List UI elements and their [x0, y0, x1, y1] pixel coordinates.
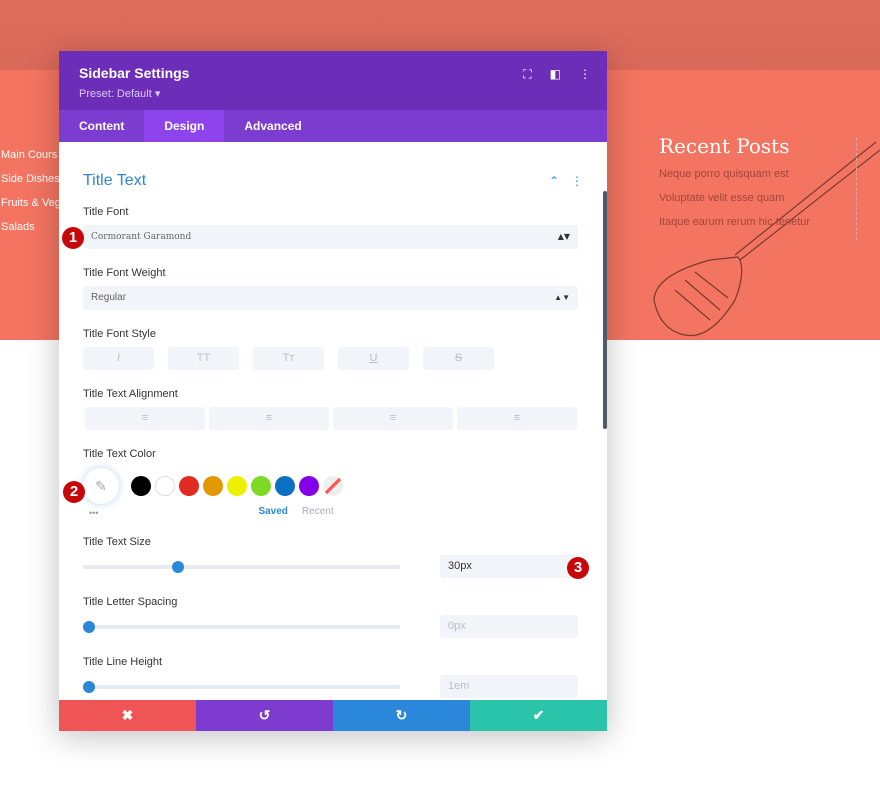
align-left-button[interactable]: ≡ — [85, 407, 205, 430]
redo-button[interactable]: ↻ — [333, 700, 470, 731]
color-swatch[interactable] — [299, 476, 319, 496]
align-justify-button[interactable]: ≡ — [457, 407, 577, 430]
capitalize-button[interactable]: Tт — [253, 347, 324, 370]
color-swatch[interactable] — [155, 476, 175, 496]
section-title[interactable]: Title Text — [83, 172, 146, 190]
more-colors-button[interactable]: ••• — [89, 508, 98, 518]
title-font-select[interactable]: Cormorant Garamond ▲▼ — [83, 225, 578, 249]
fullscreen-icon[interactable]: ⛶ — [523, 67, 531, 82]
select-arrows-icon: ▲▼ — [554, 293, 570, 302]
sidebar-settings-modal: Sidebar Settings Preset: Default ▾ ⛶ ◧ ⋮… — [59, 51, 607, 731]
modal-body: Title Text ⌃ ⋮ Title Font Cormorant Garam… — [59, 142, 607, 700]
title-letter-spacing-input[interactable]: 0px — [440, 615, 578, 638]
color-swatch[interactable] — [179, 476, 199, 496]
field-label: Title Font Style — [83, 328, 156, 340]
modal-title: Sidebar Settings — [79, 65, 190, 81]
field-label: Title Font — [83, 206, 129, 218]
title-line-height-slider[interactable] — [83, 680, 400, 693]
color-swatch[interactable] — [227, 476, 247, 496]
field-label: Title Line Height — [83, 656, 163, 668]
tab-content[interactable]: Content — [59, 110, 144, 142]
undo-button[interactable]: ↺ — [196, 700, 333, 731]
slider-thumb[interactable] — [83, 680, 95, 693]
more-options-icon[interactable]: ⋮ — [579, 67, 591, 82]
menu-item[interactable]: Side Dishes — [1, 172, 61, 196]
recent-post-link[interactable]: Voluptate velit esse quam — [659, 192, 810, 216]
collapse-icon[interactable]: ⌃ — [549, 174, 559, 188]
preset-dropdown[interactable]: Preset: Default ▾ — [79, 87, 587, 100]
category-menu: Main Cours Side Dishes Fruits & Veg Sala… — [1, 148, 61, 244]
recent-colors-tab[interactable]: Recent — [302, 506, 334, 518]
title-font-weight-select[interactable]: Regular ▲▼ — [83, 286, 578, 310]
tab-advanced[interactable]: Advanced — [224, 110, 321, 142]
underline-button[interactable]: U — [338, 347, 409, 370]
uppercase-button[interactable]: TT — [168, 347, 239, 370]
menu-item[interactable]: Salads — [1, 220, 61, 244]
align-center-button[interactable]: ≡ — [209, 407, 329, 430]
select-arrows-icon: ▲▼ — [557, 232, 570, 241]
divider — [856, 138, 857, 240]
recent-post-link[interactable]: Itaque earum rerum hic tenetur — [659, 216, 810, 240]
color-swatch[interactable] — [275, 476, 295, 496]
field-label: Title Text Size — [83, 536, 151, 548]
title-text-size-input[interactable]: 30px — [440, 555, 578, 578]
title-letter-spacing-slider[interactable] — [83, 620, 400, 633]
step-badge: 3 — [567, 557, 589, 579]
save-button[interactable]: ✔ — [470, 700, 607, 731]
section-menu-icon[interactable]: ⋮ — [571, 174, 583, 188]
recent-posts-widget: Recent Posts Neque porro quisquam est Vo… — [659, 134, 810, 240]
tab-design[interactable]: Design — [144, 110, 225, 142]
slider-thumb[interactable] — [83, 620, 95, 633]
recent-posts-title: Recent Posts — [659, 134, 790, 158]
eyedropper-icon[interactable]: ✎ — [83, 468, 119, 504]
no-color-swatch[interactable] — [323, 476, 343, 496]
step-badge: 1 — [62, 227, 84, 249]
recent-post-link[interactable]: Neque porro quisquam est — [659, 168, 810, 192]
saved-colors-tab[interactable]: Saved — [258, 506, 287, 518]
modal-footer: ✖ ↺ ↻ ✔ — [59, 700, 607, 731]
cancel-button[interactable]: ✖ — [59, 700, 196, 731]
color-swatch[interactable] — [203, 476, 223, 496]
title-line-height-input[interactable]: 1em — [440, 675, 578, 698]
field-label: Title Text Alignment — [83, 388, 178, 400]
color-swatch[interactable] — [251, 476, 271, 496]
field-label: Title Letter Spacing — [83, 596, 178, 608]
menu-item[interactable]: Fruits & Veg — [1, 196, 61, 220]
field-label: Title Font Weight — [83, 267, 166, 279]
menu-item[interactable]: Main Cours — [1, 148, 61, 172]
slider-thumb[interactable] — [172, 560, 185, 573]
strikethrough-button[interactable]: S — [423, 347, 494, 370]
step-badge: 2 — [63, 481, 85, 503]
align-right-button[interactable]: ≡ — [333, 407, 453, 430]
split-view-icon[interactable]: ◧ — [550, 67, 561, 82]
modal-header: Sidebar Settings Preset: Default ▾ ⛶ ◧ ⋮ — [59, 51, 607, 110]
italic-button[interactable]: I — [83, 347, 154, 370]
title-text-size-slider[interactable] — [83, 560, 400, 573]
scrollbar[interactable] — [603, 191, 607, 429]
modal-tabs: Content Design Advanced — [59, 110, 607, 142]
color-swatch[interactable] — [131, 476, 151, 496]
field-label: Title Text Color — [83, 448, 156, 460]
